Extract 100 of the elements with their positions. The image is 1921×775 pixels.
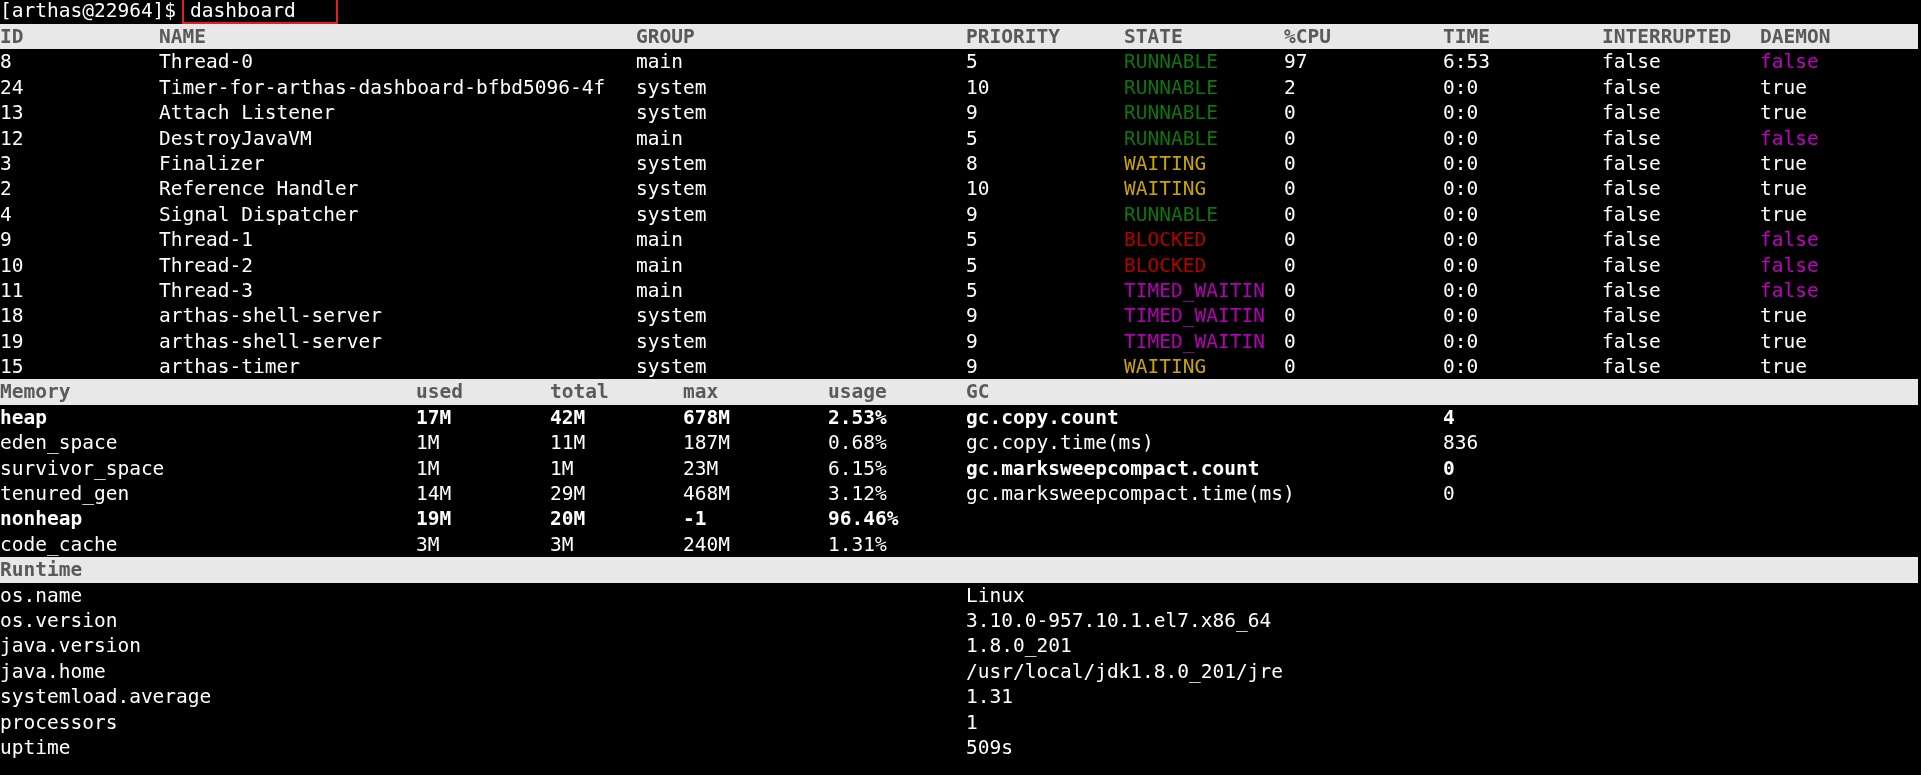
table-cell-text: 10 bbox=[0, 252, 25, 278]
table-cell-text: main bbox=[636, 49, 684, 75]
table-cell-text: 8 bbox=[0, 49, 13, 75]
table-cell-text: system bbox=[636, 328, 708, 355]
table-cell-text: 2 bbox=[1284, 74, 1297, 101]
table-cell-text: 509s bbox=[966, 734, 1014, 761]
column-header: DAEMON bbox=[1760, 24, 1832, 50]
column-header: total bbox=[550, 379, 610, 405]
table-cell-text: 0:0 bbox=[1443, 252, 1480, 278]
table-cell-text: 13 bbox=[0, 100, 25, 126]
column-header: GC bbox=[966, 379, 991, 405]
table-cell-text: 468M bbox=[683, 481, 731, 507]
table-cell-text: arthas-timer bbox=[159, 354, 301, 380]
table-cell-text: 2.53% bbox=[828, 404, 888, 431]
table-cell-text: 97 bbox=[1284, 49, 1309, 75]
table-cell-text: RUNNABLE bbox=[1124, 49, 1219, 75]
table-cell-text: WAITING bbox=[1124, 176, 1208, 202]
column-header: Memory bbox=[0, 379, 72, 405]
table-cell-text: 0:0 bbox=[1443, 303, 1480, 329]
table-cell-text: false bbox=[1760, 277, 1820, 304]
table-cell-text: 3M bbox=[416, 531, 441, 558]
table-cell-text: code_cache bbox=[0, 531, 119, 558]
table-cell-text: 4 bbox=[0, 201, 13, 228]
table-cell-text: 18 bbox=[0, 303, 25, 329]
table-cell-text: DestroyJavaVM bbox=[159, 125, 313, 151]
table-cell-text: 1M bbox=[416, 455, 441, 482]
table-cell-text: 0 bbox=[1284, 303, 1297, 329]
table-cell-text: false bbox=[1602, 201, 1662, 228]
table-cell-text: processors bbox=[0, 709, 119, 735]
table-cell-text: 1M bbox=[416, 430, 441, 456]
table-cell-text: 1 bbox=[966, 709, 979, 735]
table-cell-text: 23M bbox=[683, 455, 720, 482]
table-cell-text: 11M bbox=[550, 430, 587, 456]
table-cell-text: 0 bbox=[1284, 252, 1297, 278]
table-cell-text: 0:0 bbox=[1443, 74, 1480, 101]
table-cell-text: 0:0 bbox=[1443, 277, 1480, 304]
table-cell-text: 12 bbox=[0, 125, 25, 151]
table-cell-text: 0:0 bbox=[1443, 150, 1480, 177]
table-cell-text: Linux bbox=[966, 582, 1026, 608]
table-cell-text: os.name bbox=[0, 582, 84, 608]
table-cell-text: WAITING bbox=[1124, 354, 1208, 380]
table-cell-text: system bbox=[636, 303, 708, 329]
table-cell-text: 0 bbox=[1284, 354, 1297, 380]
table-cell-text: 1.31% bbox=[828, 531, 888, 558]
table-cell-text: 0 bbox=[1284, 125, 1297, 151]
table-cell-text: 0:0 bbox=[1443, 125, 1480, 151]
column-header: NAME bbox=[159, 24, 207, 50]
table-cell-text: gc.marksweepcompact.count bbox=[966, 455, 1261, 482]
table-cell-text: 20M bbox=[550, 506, 587, 532]
table-cell-text: 0 bbox=[1284, 176, 1297, 202]
table-cell-text: 0 bbox=[1284, 150, 1297, 177]
column-header: PRIORITY bbox=[966, 24, 1061, 50]
table-cell-text: 0:0 bbox=[1443, 328, 1480, 355]
table-cell-text: false bbox=[1602, 277, 1662, 304]
table-cell-text: 0 bbox=[1443, 481, 1456, 507]
table-cell-text: eden_space bbox=[0, 430, 119, 456]
table-cell-text: 9 bbox=[966, 354, 979, 380]
table-cell-text: 0 bbox=[1284, 227, 1297, 253]
table-cell-text: 19 bbox=[0, 328, 25, 355]
table-cell-text: 5 bbox=[966, 252, 979, 278]
table-cell-text: false bbox=[1760, 252, 1820, 278]
table-cell-text: false bbox=[1602, 100, 1662, 126]
table-cell-text: 5 bbox=[966, 125, 979, 151]
table-cell-text: WAITING bbox=[1124, 150, 1208, 177]
table-cell-text: false bbox=[1602, 176, 1662, 202]
table-cell-text: 11 bbox=[0, 277, 25, 304]
table-cell-text: main bbox=[636, 252, 684, 278]
table-cell-text: java.version bbox=[0, 633, 142, 659]
table-cell-text: false bbox=[1602, 125, 1662, 151]
table-cell-text: false bbox=[1602, 354, 1662, 380]
section-title: Runtime bbox=[0, 558, 83, 582]
table-cell-text: Thread-2 bbox=[159, 252, 254, 278]
table-cell-text: true bbox=[1760, 150, 1808, 177]
table-cell-text: 0:0 bbox=[1443, 176, 1480, 202]
table-cell-text: 5 bbox=[966, 227, 979, 253]
table-cell-text: Thread-3 bbox=[159, 277, 254, 304]
table-cell-text: 1.8.0_201 bbox=[966, 633, 1073, 659]
table-cell-text: RUNNABLE bbox=[1124, 100, 1219, 126]
table-cell-text: main bbox=[636, 277, 684, 304]
table-cell-text: false bbox=[1760, 49, 1820, 75]
table-cell-text: 5 bbox=[966, 49, 979, 75]
table-cell-text: 6:53 bbox=[1443, 49, 1491, 75]
table-cell-text: 2 bbox=[0, 176, 13, 202]
table-cell-text: 9 bbox=[966, 328, 979, 355]
table-cell-text: 0:0 bbox=[1443, 227, 1480, 253]
table-cell-text: false bbox=[1602, 303, 1662, 329]
table-cell-text: survivor_space bbox=[0, 455, 166, 482]
table-cell-text: RUNNABLE bbox=[1124, 74, 1219, 101]
table-cell-text: 0:0 bbox=[1443, 100, 1480, 126]
table-cell-text: heap bbox=[0, 404, 48, 431]
table-cell-text: 3.10.0-957.10.1.el7.x86_64 bbox=[966, 608, 1273, 634]
table-cell-text: 3M bbox=[550, 531, 575, 558]
table-cell-text: system bbox=[636, 74, 708, 101]
table-cell-text: /usr/local/jdk1.8.0_201/jre bbox=[966, 658, 1284, 685]
table-cell-text: 15 bbox=[0, 354, 25, 380]
table-cell-text: BLOCKED bbox=[1124, 252, 1208, 278]
table-cell-text: true bbox=[1760, 303, 1808, 329]
table-cell-text: 19M bbox=[416, 506, 453, 532]
column-header: STATE bbox=[1124, 24, 1184, 50]
table-cell-text: false bbox=[1602, 227, 1662, 253]
